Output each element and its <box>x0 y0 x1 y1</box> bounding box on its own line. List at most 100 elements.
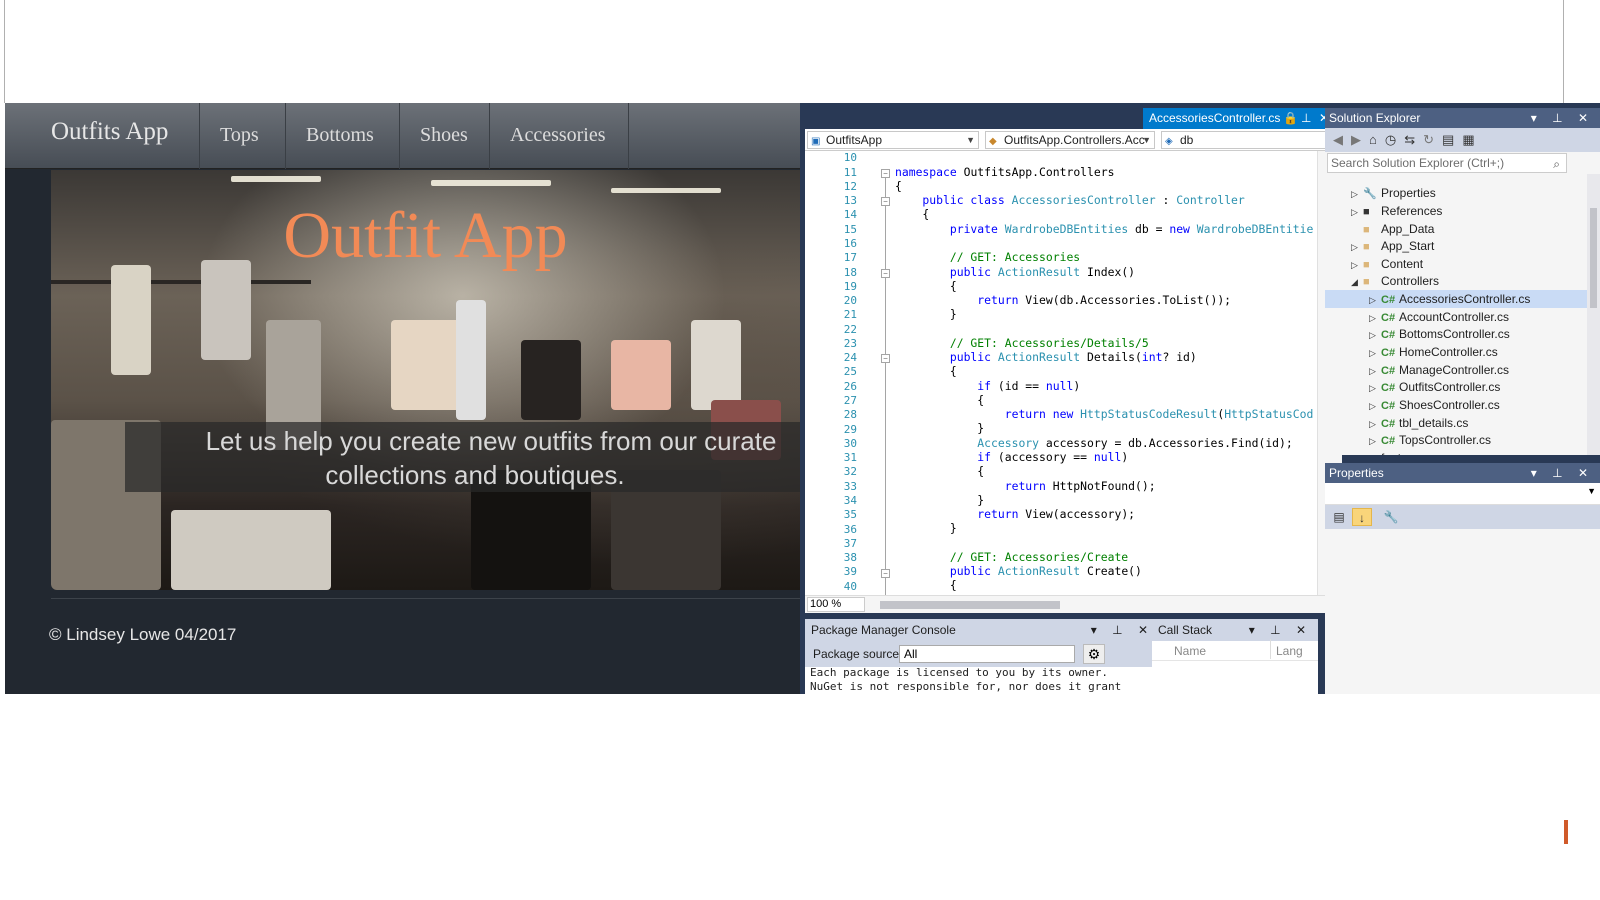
collapse-toggle[interactable]: − <box>881 169 890 178</box>
solution-search-input[interactable]: Search Solution Explorer (Ctrl+;) ⌕ <box>1327 153 1567 173</box>
expand-icon[interactable]: ▷ <box>1369 397 1381 415</box>
expand-icon[interactable]: ▷ <box>1351 238 1363 256</box>
properties-object-dropdown[interactable]: ▼ <box>1325 483 1600 505</box>
tree-item-manage-controller[interactable]: ▷ C# ManageController.cs <box>1369 361 1509 379</box>
panel-controls[interactable]: ▾ ⊥ ✕ <box>1091 619 1154 641</box>
expand-icon[interactable]: ▷ <box>1351 450 1363 455</box>
collapse-icon[interactable]: ◢ <box>1351 273 1363 291</box>
line-number: 25 <box>843 365 857 378</box>
wrench-icon: 🔧 <box>1363 188 1377 200</box>
code-line: public ActionResult Index() <box>895 265 1136 279</box>
properties-icon[interactable]: ▦ <box>1462 132 1482 147</box>
csharp-file-icon: C# <box>1381 400 1396 412</box>
console-output-line: Each package is licensed to you by its o… <box>810 666 1109 679</box>
expand-icon[interactable]: ▷ <box>1351 203 1363 221</box>
tree-item-outfits-controller[interactable]: ▷ C# OutfitsController.cs <box>1369 378 1500 396</box>
tree-item-fonts[interactable]: ▷■fonts <box>1351 449 1407 455</box>
code-editor[interactable]: 10 11 12 13 14 15 16 17 18 19 20 21 22 2… <box>805 151 1342 595</box>
tree-item-tbl-details[interactable]: ▷ C# tbl_details.cs <box>1369 414 1468 432</box>
search-icon[interactable]: ⌕ <box>1553 155 1560 173</box>
project-icon: ▣ <box>811 136 821 147</box>
collapse-all-icon[interactable]: ▤ <box>1442 132 1462 147</box>
nav-link-shoes[interactable]: Shoes <box>399 103 489 169</box>
tab-accessories-controller[interactable]: AccessoriesController.cs 🔒 ⊥ ✕ <box>1143 108 1343 129</box>
expand-icon[interactable]: ▷ <box>1351 185 1363 203</box>
collapse-toggle[interactable]: − <box>881 354 890 363</box>
expand-icon[interactable]: ▷ <box>1369 326 1381 344</box>
tree-item-account-controller[interactable]: ▷ C# AccountController.cs <box>1369 308 1509 326</box>
tree-item-properties[interactable]: ▷ 🔧 Properties <box>1351 184 1436 202</box>
tree-item-controllers[interactable]: ◢ ■ Controllers <box>1351 272 1439 290</box>
line-number-gutter: 10 11 12 13 14 15 16 17 18 19 20 21 22 2… <box>805 151 857 595</box>
class-dropdown[interactable]: ◆ OutfitsApp.Controllers.Acc ▼ <box>985 131 1155 149</box>
code-line: if (accessory == null) <box>895 450 1129 464</box>
tree-item-bottoms-controller[interactable]: ▷ C# BottomsController.cs <box>1369 325 1510 343</box>
pin-icon[interactable]: ⊥ <box>1301 108 1311 129</box>
line-number: 19 <box>843 280 857 293</box>
column-header-language[interactable]: Lang <box>1276 644 1303 658</box>
collapse-toggle[interactable]: − <box>881 269 890 278</box>
history-icon[interactable]: ◷ <box>1385 132 1404 147</box>
tree-item-tops-controller[interactable]: ▷ C# TopsController.cs <box>1369 431 1491 449</box>
hero-tagline: Let us help you create new outfits from … <box>125 424 800 492</box>
code-line: public class AccessoriesController : Con… <box>895 193 1245 207</box>
project-dropdown[interactable]: ▣ OutfitsApp ▼ <box>807 131 979 149</box>
tree-item-shoes-controller[interactable]: ▷ C# ShoesController.cs <box>1369 396 1500 414</box>
solution-explorer-toolbar: ◀▶⌂◷⇆↻▤▦ <box>1325 128 1600 152</box>
solution-explorer-scrollbar[interactable] <box>1587 174 1600 455</box>
tree-item-app-data[interactable]: ■ App_Data <box>1351 220 1434 238</box>
refresh-icon[interactable]: ↻ <box>1423 132 1442 147</box>
panel-controls[interactable]: ▾ ⊥ ✕ <box>1249 619 1312 641</box>
edge-accent <box>1564 820 1568 844</box>
scrollbar-thumb[interactable] <box>1590 208 1597 308</box>
sync-icon[interactable]: ⇆ <box>1404 132 1423 147</box>
alphabetical-sort-icon[interactable]: ↓ <box>1352 508 1372 526</box>
tree-item-label: AccountController.cs <box>1399 310 1510 324</box>
console-output-line: NuGet is not responsible for, nor does i… <box>810 680 1122 693</box>
tree-item-accessories-controller[interactable]: ▷ C# AccessoriesController.cs <box>1325 290 1587 308</box>
column-header-name[interactable]: Name <box>1174 644 1206 658</box>
line-number: 18 <box>843 266 857 279</box>
categorized-icon[interactable]: ▤ <box>1329 508 1349 526</box>
back-icon[interactable]: ◀ <box>1333 132 1351 147</box>
code-line: namespace OutfitsApp.Controllers <box>895 165 1115 179</box>
tree-item-content[interactable]: ▷ ■ Content <box>1351 255 1423 273</box>
hero-image: Outfit App Let us help you create new ou… <box>51 170 800 590</box>
nav-link-bottoms[interactable]: Bottoms <box>285 103 399 169</box>
line-number: 28 <box>843 408 857 421</box>
zoom-dropdown[interactable]: 100 % <box>807 597 865 612</box>
member-dropdown[interactable]: ◈ db ▼ <box>1161 131 1337 149</box>
outline-guide <box>885 175 886 595</box>
home-icon[interactable]: ⌂ <box>1369 132 1385 147</box>
tree-item-app-start[interactable]: ▷ ■ App_Start <box>1351 237 1434 255</box>
window-edge <box>1563 0 1564 103</box>
tree-item-home-controller[interactable]: ▷ C# HomeController.cs <box>1369 343 1498 361</box>
package-source-row: Package source: All ⚙ <box>805 641 1160 667</box>
gear-icon[interactable]: ⚙ <box>1083 644 1105 664</box>
line-number: 15 <box>843 223 857 236</box>
site-navbar: Outfits App Tops Bottoms Shoes Accessori… <box>5 103 800 169</box>
brand-link[interactable]: Outfits App <box>51 118 168 146</box>
line-number: 13 <box>843 194 857 207</box>
panel-controls[interactable]: ▾ ⊥ ✕ <box>1531 463 1594 483</box>
line-number: 27 <box>843 394 857 407</box>
package-source-dropdown[interactable]: All <box>899 645 1075 663</box>
expand-icon[interactable]: ▷ <box>1369 432 1381 450</box>
expand-icon[interactable]: ▷ <box>1369 379 1381 397</box>
tree-item-references[interactable]: ▷ ■ References <box>1351 202 1442 220</box>
collapse-toggle[interactable]: − <box>881 569 890 578</box>
class-icon: ◆ <box>989 136 997 147</box>
nav-link-accessories[interactable]: Accessories <box>489 103 629 169</box>
code-line: { <box>895 578 957 592</box>
panel-controls[interactable]: ▾ ⊥ ✕ <box>1531 108 1594 128</box>
expand-icon[interactable]: ▷ <box>1369 291 1381 309</box>
nav-link-tops[interactable]: Tops <box>199 103 285 169</box>
expand-icon[interactable]: ▷ <box>1369 344 1381 362</box>
property-pages-icon[interactable]: 🔧 <box>1381 508 1401 526</box>
horizontal-scrollbar-thumb[interactable] <box>880 601 1060 609</box>
collapse-toggle[interactable]: − <box>881 197 890 206</box>
line-number: 11 <box>843 166 857 179</box>
code-line: private WardrobeDBEntities db = new Ward… <box>895 222 1314 236</box>
forward-icon[interactable]: ▶ <box>1351 132 1369 147</box>
solution-explorer: Solution Explorer ▾ ⊥ ✕ ◀▶⌂◷⇆↻▤▦ Search … <box>1325 108 1600 455</box>
